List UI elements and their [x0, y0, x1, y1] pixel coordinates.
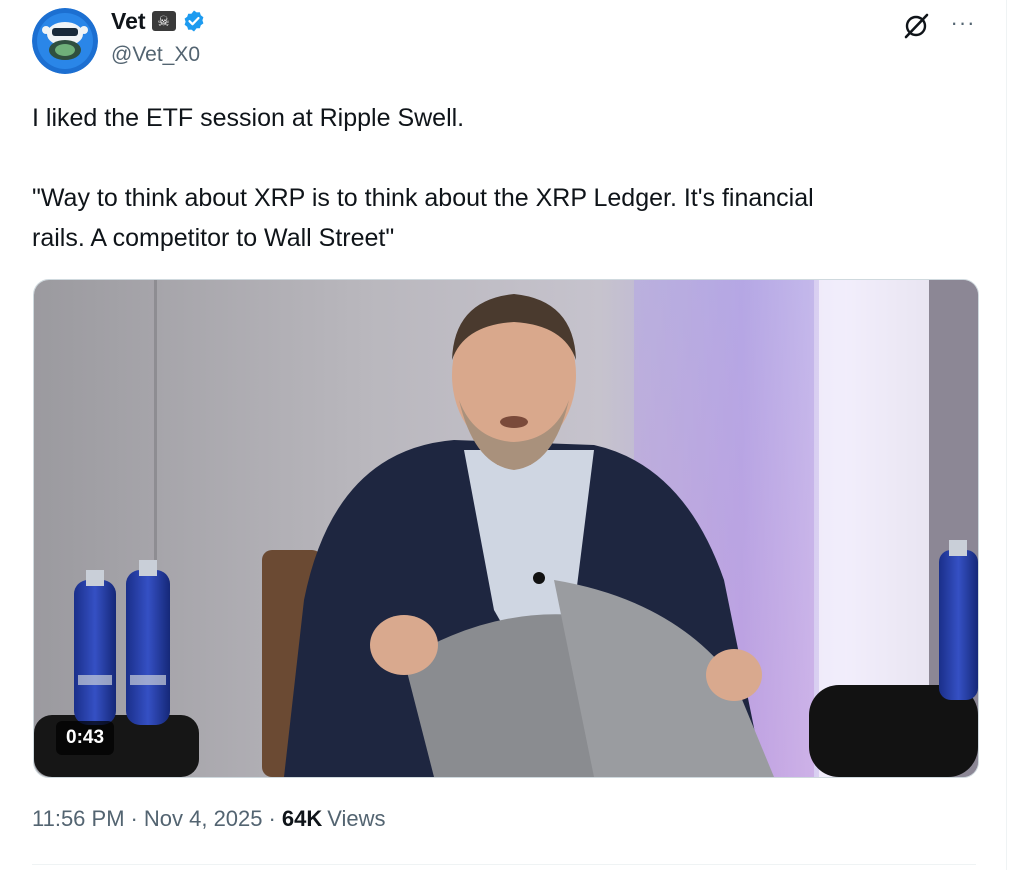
views-count[interactable]: 64K [282, 806, 322, 832]
video-frame [34, 280, 978, 777]
tweet-card: Vet ☠ @Vet_X0 ··· I liked the ETF sessio… [0, 0, 1024, 870]
author-handle[interactable]: @Vet_X0 [111, 43, 200, 67]
tweet-text-line: I liked the ETF session at Ripple Swell. [32, 104, 465, 132]
tweet-metadata: 11:56 PM · Nov 4, 2025 · 64K Views [32, 806, 386, 832]
more-options-icon[interactable]: ··· [948, 8, 978, 38]
meta-separator: · [268, 806, 276, 831]
tweet-text-line: "Way to think about XRP is to think abou… [32, 184, 814, 212]
column-border [1006, 0, 1007, 870]
post-time[interactable]: 11:56 PM [32, 806, 125, 832]
skull-crossbones-icon: ☠ [151, 11, 176, 31]
tweet-text-spacer [32, 138, 972, 178]
views-label: Views [327, 806, 386, 831]
tweet-text-line: rails. A competitor to Wall Street" [32, 224, 395, 252]
author-name-row[interactable]: Vet ☠ [111, 6, 206, 36]
video-duration-badge: 0:43 [56, 721, 115, 755]
meta-separator: · [130, 806, 138, 831]
avatar[interactable] [32, 8, 98, 74]
tweet-text: I liked the ETF session at Ripple Swell.… [32, 98, 972, 258]
video-player[interactable] [33, 279, 979, 778]
verified-badge-icon[interactable] [182, 9, 206, 33]
post-date[interactable]: Nov 4, 2025 [144, 806, 263, 832]
avatar-image [32, 8, 98, 74]
display-name[interactable]: Vet [111, 8, 146, 35]
divider [32, 864, 976, 865]
grok-icon[interactable] [900, 10, 932, 42]
